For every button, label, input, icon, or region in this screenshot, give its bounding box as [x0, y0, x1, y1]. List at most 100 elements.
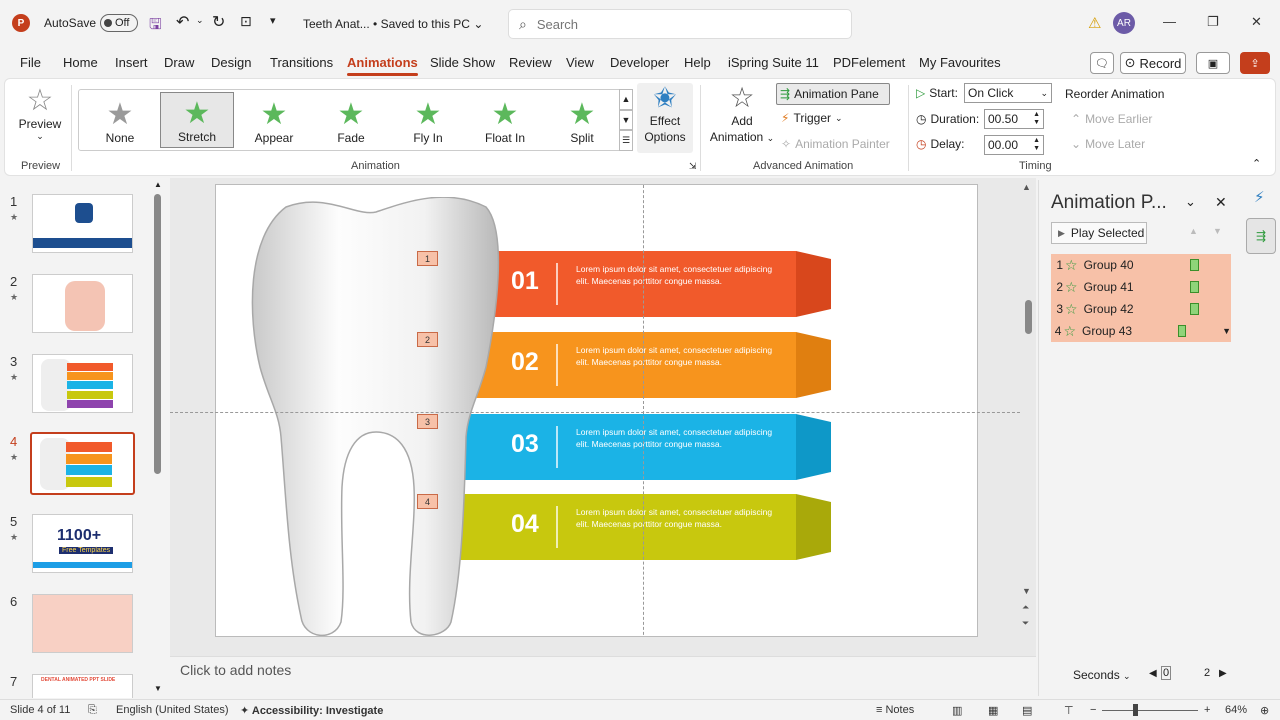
animation-list-item[interactable]: 1 ☆ Group 40: [1051, 254, 1231, 276]
delay-field[interactable]: 00.00 ▲ ▼: [984, 135, 1044, 155]
zoom-slider-thumb[interactable]: [1133, 704, 1138, 716]
zoom-slider[interactable]: [1102, 710, 1198, 711]
close-pane-icon[interactable]: ✕: [1215, 194, 1227, 211]
tab-developer[interactable]: Developer: [610, 55, 669, 70]
slide-thumbnail[interactable]: DENTAL ANIMATED PPT SLIDE: [32, 674, 133, 698]
search-box[interactable]: ⌕: [508, 9, 852, 39]
slide-canvas[interactable]: 01 Lorem ipsum dolor sit amet, consectetu…: [215, 184, 978, 637]
undo-icon[interactable]: ↶: [176, 12, 189, 32]
autosave-toggle[interactable]: Off: [100, 14, 138, 32]
normal-view-icon[interactable]: ▥: [952, 704, 962, 717]
animation-none[interactable]: ★ None: [83, 92, 157, 148]
tab-view[interactable]: View: [566, 55, 594, 70]
zoom-in-icon[interactable]: +: [1204, 704, 1210, 716]
document-title[interactable]: Teeth Anat... • Saved to this PC ⌄: [303, 17, 483, 31]
animation-fly-in[interactable]: ★ Fly In: [391, 92, 465, 148]
slide-thumbnail[interactable]: [30, 432, 135, 495]
animation-float-in[interactable]: ★ Float In: [468, 92, 542, 148]
present-from-start-icon[interactable]: ⊡: [240, 13, 252, 30]
slideshow-view-icon[interactable]: ⊤: [1064, 704, 1074, 717]
preview-button[interactable]: ☆ Preview ⌄: [15, 85, 65, 155]
slide-scrollbar[interactable]: ▲ ▼ ⏶ ⏷: [1022, 182, 1034, 632]
teams-present-button[interactable]: ▣: [1196, 52, 1230, 74]
effect-options-button[interactable]: ✬ Effect Options: [637, 83, 693, 153]
start-select[interactable]: On Click ⌄: [964, 83, 1052, 103]
language-status[interactable]: English (United States): [116, 704, 229, 716]
tab-draw[interactable]: Draw: [164, 55, 194, 70]
animation-stretch[interactable]: ★ Stretch: [160, 92, 234, 148]
add-animation-button[interactable]: ☆ Add Animation ⌄: [707, 83, 777, 153]
animation-split[interactable]: ★ Split: [545, 92, 619, 148]
animation-list-item[interactable]: 3 ☆ Group 42: [1051, 298, 1231, 320]
customize-qat-icon[interactable]: ▾: [270, 14, 276, 27]
tab-my-favourites[interactable]: My Favourites: [919, 55, 1001, 70]
tab-pdfelement[interactable]: PDFelement: [833, 55, 905, 70]
redo-icon[interactable]: ↻: [212, 12, 225, 32]
move-earlier-button[interactable]: ⌃ Move Earlier: [1071, 112, 1152, 126]
tooth-illustration[interactable]: [246, 197, 506, 637]
spinner-icon[interactable]: ▲ ▼: [1033, 111, 1040, 127]
search-input[interactable]: [536, 16, 817, 32]
trigger-button[interactable]: ⚡ Trigger ⌄: [781, 111, 843, 125]
restore-icon[interactable]: ❐: [1207, 14, 1219, 30]
move-up-icon[interactable]: ▲: [1189, 226, 1198, 236]
slide-thumbnail[interactable]: 1100+ Free Templates: [32, 514, 133, 573]
pane-options-icon[interactable]: ⌄: [1185, 194, 1196, 210]
gallery-down-icon[interactable]: ▼: [619, 109, 633, 131]
animation-pane-button[interactable]: ⇶ Animation Pane: [776, 83, 890, 105]
timing-bar[interactable]: [1189, 281, 1199, 293]
previous-slide-icon[interactable]: ⏶: [1022, 602, 1029, 613]
scroll-thumb[interactable]: [1025, 300, 1032, 334]
tab-insert[interactable]: Insert: [115, 55, 148, 70]
item-dropdown-icon[interactable]: ▼: [1222, 326, 1231, 336]
record-button[interactable]: ⊙ Record: [1120, 52, 1186, 74]
share-button[interactable]: ⇪: [1240, 52, 1270, 74]
tab-animations[interactable]: Animations: [347, 55, 418, 76]
vertical-guide[interactable]: [643, 185, 644, 636]
accessibility-status[interactable]: ✦ Accessibility: Investigate: [240, 704, 383, 717]
zoom-level[interactable]: 64%: [1225, 704, 1247, 716]
animation-list-item[interactable]: 2 ☆ Group 41: [1051, 276, 1231, 298]
animation-painter-button[interactable]: ✧ Animation Painter: [781, 137, 890, 151]
slide-sorter-icon[interactable]: ▦: [988, 704, 998, 717]
play-selected-button[interactable]: ▶ Play Selected: [1051, 222, 1147, 244]
tab-slide-show[interactable]: Slide Show: [430, 55, 495, 70]
animation-fade[interactable]: ★ Fade: [314, 92, 388, 148]
gallery-up-icon[interactable]: ▲: [619, 89, 633, 110]
animation-pane-rail-icon[interactable]: ⇶: [1246, 218, 1276, 254]
scroll-down-icon[interactable]: ▼: [154, 684, 162, 693]
warning-icon[interactable]: ⚠: [1088, 14, 1101, 32]
close-window-icon[interactable]: ✕: [1251, 14, 1262, 30]
tab-review[interactable]: Review: [509, 55, 552, 70]
spinner-icon[interactable]: ▲ ▼: [1033, 137, 1040, 153]
reading-view-icon[interactable]: ▤: [1022, 704, 1032, 717]
tab-design[interactable]: Design: [211, 55, 251, 70]
undo-dropdown-icon[interactable]: ⌄: [196, 15, 204, 26]
slide-thumbnail[interactable]: [32, 194, 133, 253]
tab-file[interactable]: File: [20, 55, 41, 70]
duration-field[interactable]: 00.50 ▲ ▼: [984, 109, 1044, 129]
dialog-launcher-icon[interactable]: ⇲: [689, 161, 697, 172]
animation-order-tag[interactable]: 3: [417, 414, 438, 429]
slide-thumbnail[interactable]: [32, 594, 133, 653]
tab-transitions[interactable]: Transitions: [270, 55, 333, 70]
comments-button[interactable]: 🗨: [1090, 52, 1114, 74]
thumbnail-scrollbar[interactable]: ▲ ▼: [154, 180, 162, 693]
slide-thumbnail[interactable]: [32, 274, 133, 333]
tab-ispring-suite-11[interactable]: iSpring Suite 11: [728, 55, 819, 70]
timeline-right-icon[interactable]: ▶: [1219, 668, 1227, 679]
gallery-more-icon[interactable]: ☰: [619, 130, 633, 152]
spelling-icon[interactable]: ⎘: [88, 704, 97, 717]
animation-list-item[interactable]: 4 ☆ Group 43 ▼: [1051, 320, 1231, 342]
scroll-up-icon[interactable]: ▲: [154, 180, 162, 189]
scroll-thumb[interactable]: [154, 194, 161, 474]
timing-bar[interactable]: [1177, 325, 1187, 337]
animation-appear[interactable]: ★ Appear: [237, 92, 311, 148]
animation-order-tag[interactable]: 4: [417, 494, 438, 509]
timeline-left-icon[interactable]: ◀: [1149, 668, 1157, 679]
zoom-out-icon[interactable]: −: [1090, 704, 1096, 716]
collapse-ribbon-icon[interactable]: ⌃: [1252, 157, 1261, 170]
tab-help[interactable]: Help: [684, 55, 711, 70]
fit-slide-icon[interactable]: ⊕: [1260, 704, 1269, 717]
tab-home[interactable]: Home: [63, 55, 98, 70]
